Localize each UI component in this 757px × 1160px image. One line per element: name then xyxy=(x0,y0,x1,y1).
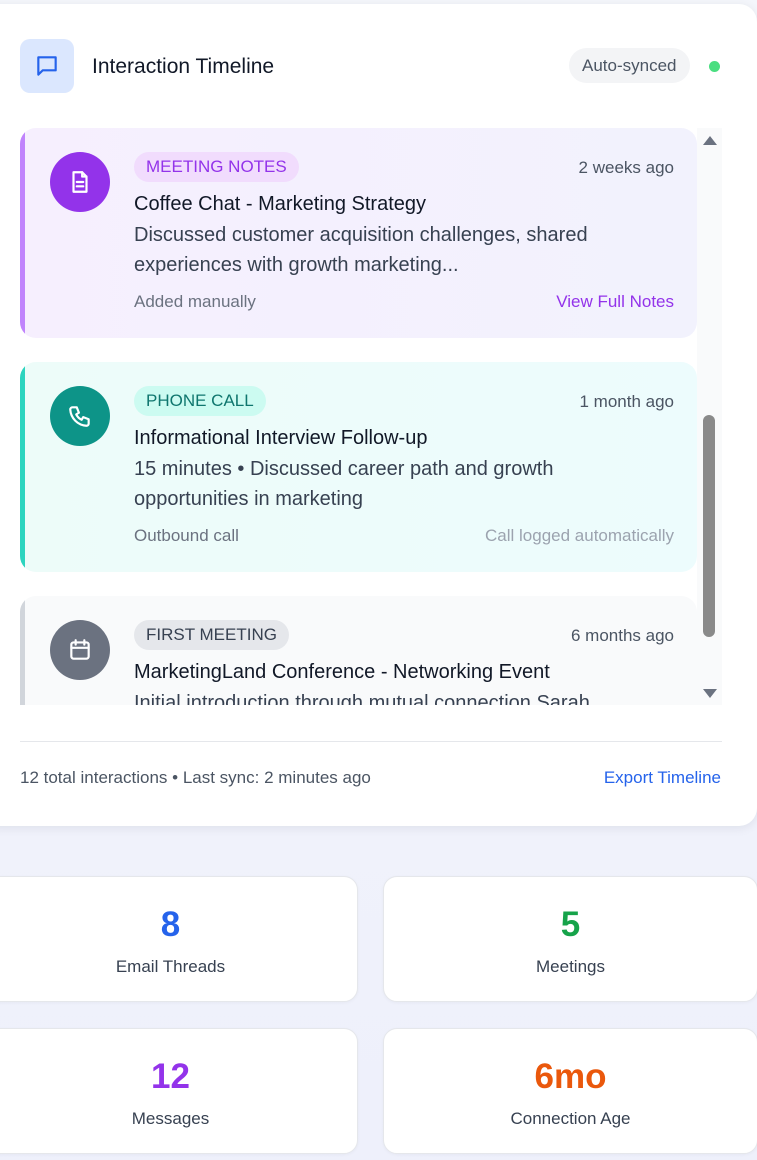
stat-label: Meetings xyxy=(536,957,605,976)
phone-icon xyxy=(50,386,110,446)
item-description: 15 minutes • Discussed career path and g… xyxy=(134,458,554,510)
timeline-item-phone-call[interactable]: PHONE CALL 1 month ago Informational Int… xyxy=(20,362,697,572)
footer-divider xyxy=(20,741,722,742)
timestamp: 2 weeks ago xyxy=(578,158,674,177)
stat-value: 12 xyxy=(151,1057,190,1096)
calendar-icon xyxy=(50,620,110,680)
item-title: Coffee Chat - Marketing Strategy xyxy=(134,193,426,215)
item-description: Initial introduction through mutual conn… xyxy=(134,692,590,705)
stat-card-connection-age: 6mo Connection Age xyxy=(383,1028,757,1154)
scroll-down-arrow-icon[interactable] xyxy=(703,689,717,698)
stat-value: 8 xyxy=(160,905,181,944)
item-title: Informational Interview Follow-up xyxy=(134,427,428,449)
stat-value: 6mo xyxy=(534,1057,607,1096)
stat-value: 5 xyxy=(560,905,581,944)
sync-status-dot xyxy=(709,61,720,72)
accent-bar xyxy=(20,128,25,338)
timeline-item-first-meeting[interactable]: FIRST MEETING 6 months ago MarketingLand… xyxy=(20,596,697,705)
stat-label: Connection Age xyxy=(510,1109,631,1128)
call-direction: Outbound call xyxy=(134,526,239,545)
stat-card-email-threads: 8 Email Threads xyxy=(0,876,358,1002)
scrollbar-thumb[interactable] xyxy=(703,415,715,637)
export-timeline-link[interactable]: Export Timeline xyxy=(604,768,721,788)
timeline-scrollbar[interactable] xyxy=(697,128,722,705)
message-square-icon xyxy=(20,39,74,93)
accent-bar xyxy=(20,362,25,572)
page-title: Interaction Timeline xyxy=(92,55,275,78)
auto-synced-badge: Auto-synced xyxy=(569,48,690,83)
file-text-icon xyxy=(50,152,110,212)
item-description: Discussed customer acquisition challenge… xyxy=(134,224,588,276)
timestamp: 1 month ago xyxy=(579,392,674,411)
timestamp: 6 months ago xyxy=(570,626,674,645)
type-tag: MEETING NOTES xyxy=(134,152,299,182)
stat-card-messages: 12 Messages xyxy=(0,1028,358,1154)
timeline-item-meeting-notes[interactable]: MEETING NOTES 2 weeks ago Coffee Chat - … xyxy=(20,128,697,338)
stat-card-meetings: 5 Meetings xyxy=(383,876,757,1002)
item-source: Added manually xyxy=(134,292,256,311)
scroll-up-arrow-icon[interactable] xyxy=(703,136,717,145)
accent-bar xyxy=(20,596,25,705)
view-full-notes-link[interactable]: View Full Notes xyxy=(556,292,674,312)
call-log-status: Call logged automatically xyxy=(485,526,674,545)
type-tag: PHONE CALL xyxy=(134,386,266,416)
stat-label: Messages xyxy=(131,1109,210,1128)
interaction-summary: 12 total interactions • Last sync: 2 min… xyxy=(20,768,371,787)
timeline-header: Interaction Timeline Auto-synced xyxy=(20,39,722,93)
type-tag: FIRST MEETING xyxy=(134,620,289,650)
item-title: MarketingLand Conference - Networking Ev… xyxy=(134,661,550,683)
timeline-scroll-area[interactable]: MEETING NOTES 2 weeks ago Coffee Chat - … xyxy=(20,128,722,705)
stat-label: Email Threads xyxy=(115,957,226,976)
